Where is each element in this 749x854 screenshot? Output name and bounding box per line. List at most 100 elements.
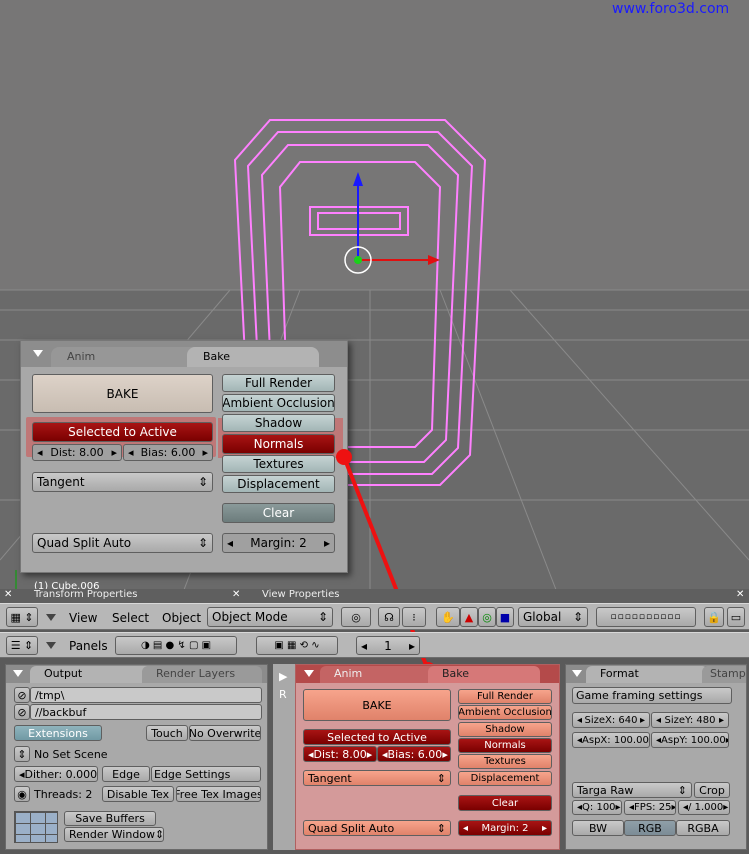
frame-field[interactable]: ◂ 1 ▸ bbox=[356, 636, 420, 655]
sizex-field[interactable]: ◂ SizeX: 640 ▸ bbox=[572, 712, 650, 728]
disable-tex-toggle[interactable]: Disable Tex bbox=[102, 786, 174, 802]
edge-toggle[interactable]: Edge bbox=[102, 766, 150, 782]
pivot-icon[interactable]: ☊ bbox=[378, 607, 400, 627]
preset-button[interactable]: Game framing settings bbox=[572, 687, 732, 704]
rgba-toggle[interactable]: RGBA bbox=[676, 820, 730, 836]
output-path-field[interactable]: /tmp\ bbox=[30, 687, 262, 703]
tab-stamp[interactable]: Stamp bbox=[702, 666, 746, 683]
scene-select-icon[interactable]: ⇕ bbox=[14, 746, 30, 762]
bake-side-strip: ▶ R bbox=[273, 664, 295, 850]
aspx-field[interactable]: ◂AspX: 100.00▸ bbox=[572, 732, 650, 748]
hand-icon[interactable]: ✋ bbox=[436, 607, 460, 627]
dither-label: Dither: 0.000 bbox=[24, 767, 98, 781]
mode-select[interactable]: Object Mode ⇕ bbox=[207, 607, 333, 627]
format-panel: Format Stamp Game framing settings ◂ Size… bbox=[565, 664, 747, 850]
transform-properties-tab[interactable]: Transform Properties bbox=[34, 589, 137, 600]
tab-format[interactable]: Format bbox=[586, 666, 708, 683]
lock-icon[interactable]: 🔒 bbox=[704, 607, 724, 627]
editor-type-buttons-icon[interactable]: ☰ ⇕ bbox=[6, 636, 38, 655]
backbuf-path-field[interactable]: //backbuf bbox=[30, 704, 262, 720]
rgb-toggle[interactable]: RGB bbox=[624, 820, 676, 836]
render-icon[interactable]: ▭ bbox=[727, 607, 745, 627]
bake-tab-bake[interactable]: Bake bbox=[428, 666, 540, 683]
frame-value: 1 bbox=[384, 638, 392, 653]
save-buffers-toggle[interactable]: Save Buffers bbox=[64, 811, 156, 826]
bake-panel-normal-space-value: Tangent bbox=[308, 771, 352, 785]
menu-select[interactable]: Select bbox=[112, 611, 149, 625]
bake-panel-mode-textures[interactable]: Textures bbox=[458, 754, 552, 769]
bake-panel-normal-space[interactable]: Tangent ⇕ bbox=[303, 770, 451, 786]
mode-value: Object Mode bbox=[212, 610, 288, 624]
output-collapse-icon[interactable] bbox=[13, 670, 23, 677]
sizey-field[interactable]: ◂ SizeY: 480 ▸ bbox=[651, 712, 729, 728]
format-collapse-icon[interactable] bbox=[572, 670, 582, 677]
bake-panel-mode-ao[interactable]: Ambient Occlusion bbox=[458, 705, 552, 720]
bake-panel-mode-shadow[interactable]: Shadow bbox=[458, 722, 552, 737]
pivot-point-icon[interactable]: ⁝ bbox=[402, 607, 426, 627]
crop-toggle[interactable]: Crop bbox=[694, 782, 730, 798]
no-set-scene-label: No Set Scene bbox=[34, 748, 108, 761]
buttons-collapse-icon[interactable] bbox=[46, 642, 56, 649]
menu-view[interactable]: View bbox=[69, 611, 97, 625]
threads-icon[interactable]: ◉ bbox=[14, 786, 30, 802]
sizex-label: SizeX: 640 bbox=[584, 714, 638, 726]
close-strip-icon[interactable]: ✕ bbox=[736, 589, 744, 600]
editor-type-grid-icon[interactable]: ▦ ⇕ bbox=[6, 607, 38, 627]
no-overwrite-toggle[interactable]: No Overwrite bbox=[189, 725, 261, 741]
properties-strip: ✕ Transform Properties ✕ View Properties… bbox=[0, 589, 749, 603]
free-tex-images-toggle[interactable]: Free Tex Images bbox=[176, 786, 261, 802]
dispwin-grid-icon[interactable] bbox=[14, 811, 58, 843]
view-properties-tab[interactable]: View Properties bbox=[262, 589, 339, 600]
fps-field[interactable]: ◂ FPS: 25 ▸ bbox=[624, 800, 676, 815]
bake-panel-dist-field[interactable]: ◂ Dist: 8.00 ▸ bbox=[303, 746, 377, 762]
bake-panel-clear[interactable]: Clear bbox=[458, 795, 552, 811]
context-buttons[interactable]: ◑ ▤ ● ↯ ▢ ▣ bbox=[115, 636, 237, 655]
close-transform-icon[interactable]: ✕ bbox=[4, 589, 12, 600]
render-context-buttons[interactable]: ▣ ▦ ⟲ ∿ bbox=[256, 636, 338, 655]
rotate-icon[interactable]: ◎ bbox=[478, 607, 496, 627]
orientation-select[interactable]: Global ⇕ bbox=[518, 607, 588, 627]
bake-panel-mode-normals[interactable]: Normals bbox=[458, 738, 552, 753]
close-view-icon[interactable]: ✕ bbox=[232, 589, 240, 600]
bake-collapse-icon[interactable] bbox=[304, 670, 314, 677]
aspy-field[interactable]: ◂AspY: 100.00▸ bbox=[651, 732, 729, 748]
render-window-select[interactable]: Render Window ⇕ bbox=[64, 827, 164, 842]
aspy-label: AspY: 100.00 bbox=[661, 734, 726, 746]
side-arrow-icon[interactable]: ▶ bbox=[279, 670, 287, 683]
folder-icon-2[interactable]: ⊘ bbox=[14, 704, 30, 720]
buttons-header: ☰ ⇕ Panels ◑ ▤ ● ↯ ▢ ▣ ▣ ▦ ⟲ ∿ ◂ 1 ▸ bbox=[0, 632, 749, 658]
folder-icon[interactable]: ⊘ bbox=[14, 687, 30, 703]
bake-panel-bias-field[interactable]: ◂ Bias: 6.00 ▸ bbox=[377, 746, 451, 762]
bake-panel-margin[interactable]: ◂ Margin: 2 ▸ bbox=[458, 820, 552, 836]
layer-buttons[interactable]: ▫▫▫▫▫▫▫▫▫▫ bbox=[596, 607, 696, 627]
fps-base-label: / 1.000 bbox=[688, 802, 724, 813]
bake-panel-margin-label: Margin: 2 bbox=[481, 822, 529, 834]
orientation-value: Global bbox=[523, 610, 562, 624]
bake-panel: Anim Bake BAKE Selected to Active ◂ Dist:… bbox=[295, 664, 560, 850]
quality-field[interactable]: ◂ Q: 100 ▸ bbox=[572, 800, 622, 815]
bake-panel-mode-displacement[interactable]: Displacement bbox=[458, 771, 552, 786]
dither-field[interactable]: ◂Dither: 0.000▸ bbox=[14, 766, 98, 782]
bake-panel-mode-full-render[interactable]: Full Render bbox=[458, 689, 552, 704]
edge-settings-button[interactable]: Edge Settings bbox=[151, 766, 261, 782]
render-window-value: Render Window bbox=[69, 828, 156, 841]
bake-panel-selected-to-active[interactable]: Selected to Active bbox=[303, 729, 451, 745]
scale-icon[interactable]: ■ bbox=[496, 607, 514, 627]
touch-toggle[interactable]: Touch bbox=[146, 725, 188, 741]
threads-label: Threads: 2 bbox=[34, 788, 93, 801]
header-collapse-icon[interactable] bbox=[46, 614, 56, 621]
file-type-select[interactable]: Targa Raw ⇕ bbox=[572, 782, 692, 798]
bake-panel-bake-button[interactable]: BAKE bbox=[303, 689, 451, 721]
bake-panel-quad-split[interactable]: Quad Split Auto ⇕ bbox=[303, 820, 451, 836]
extensions-toggle[interactable]: Extensions bbox=[14, 725, 102, 741]
tab-render-layers[interactable]: Render Layers bbox=[142, 666, 262, 683]
aspx-label: AspX: 100.00 bbox=[582, 734, 649, 746]
fps-base-field[interactable]: ◂/ 1.000 ▸ bbox=[678, 800, 730, 815]
menu-object[interactable]: Object bbox=[162, 611, 201, 625]
bw-toggle[interactable]: BW bbox=[572, 820, 624, 836]
tab-output[interactable]: Output bbox=[30, 666, 152, 683]
draw-type-icon[interactable]: ◎ bbox=[341, 607, 371, 627]
side-r-label: R bbox=[279, 688, 287, 701]
output-panel: Output Render Layers ⊘ /tmp\ ⊘ //backbuf… bbox=[5, 664, 268, 850]
translate-icon[interactable]: ▲ bbox=[460, 607, 478, 627]
